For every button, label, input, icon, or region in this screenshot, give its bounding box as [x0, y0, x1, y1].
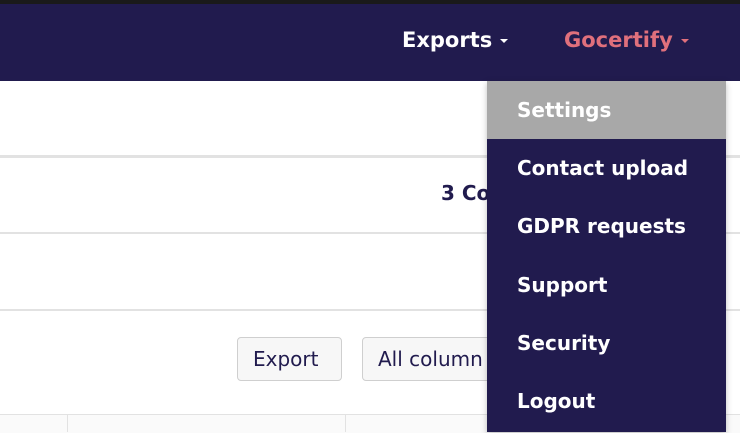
caret-down-icon: [500, 39, 509, 43]
export-button[interactable]: Export: [237, 337, 342, 381]
exports-menu-toggle[interactable]: Exports: [402, 28, 509, 52]
menu-item-security[interactable]: Security: [487, 314, 726, 372]
menu-item-support[interactable]: Support: [487, 256, 726, 314]
menu-item-settings[interactable]: Settings: [487, 81, 726, 139]
columns-select-button[interactable]: All column: [362, 337, 502, 381]
contacts-summary: 3 Co: [441, 181, 491, 205]
table-column-divider: [345, 415, 346, 432]
top-navbar: Exports Gocertify: [0, 4, 740, 81]
menu-item-logout[interactable]: Logout: [487, 372, 726, 430]
account-dropdown-menu: Settings Contact upload GDPR requests Su…: [487, 81, 726, 432]
account-menu-label: Gocertify: [564, 28, 673, 52]
table-column-divider: [67, 415, 68, 432]
caret-down-icon: [680, 39, 689, 43]
exports-menu-label: Exports: [402, 28, 493, 52]
menu-item-contact-upload[interactable]: Contact upload: [487, 139, 726, 197]
account-menu-toggle[interactable]: Gocertify: [564, 28, 689, 52]
menu-item-gdpr-requests[interactable]: GDPR requests: [487, 197, 726, 255]
